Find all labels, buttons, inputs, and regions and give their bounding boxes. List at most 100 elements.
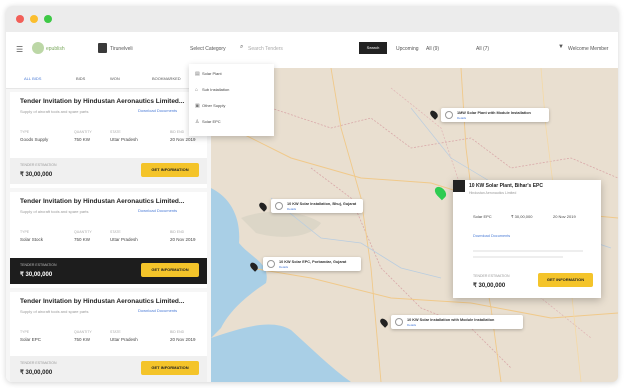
divider — [473, 250, 583, 252]
popup-estimation-amount: ₹ 30,00,000 — [473, 283, 506, 289]
solar-panel-icon — [445, 111, 453, 119]
minimize-window-dot[interactable] — [30, 15, 38, 23]
filter-a[interactable]: All (9) — [426, 46, 439, 52]
dropdown-item-other-supply[interactable]: ▣ Other Supply — [195, 100, 225, 112]
pin-details-link[interactable]: Details — [407, 323, 416, 327]
location-icon — [98, 43, 107, 53]
meta-label: TYPE — [20, 230, 30, 234]
search-input[interactable]: Search Tenders — [248, 46, 283, 52]
meta-label: BID END — [170, 230, 185, 234]
tender-detail-popup: 10 KW Solar Plant, Bihar's EPC Hindustan… — [453, 180, 601, 298]
top-toolbar: ☰ epublish Tirunelveli Select Category ⌕… — [6, 32, 618, 69]
meta-label: QUANTITY — [74, 230, 92, 234]
maximize-window-dot[interactable] — [44, 15, 52, 23]
location-select[interactable]: Tirunelveli — [110, 46, 133, 52]
pin-details-link[interactable]: Details — [457, 116, 466, 120]
meta-label: STATE — [110, 330, 121, 334]
download-documents-link[interactable]: Download Documents — [138, 308, 177, 313]
tender-card[interactable]: Tender Invitation by Hindustan Aeronauti… — [10, 292, 207, 382]
pin-title: 10 KW Solar Installation with Module Ins… — [407, 318, 495, 322]
popup-meta-value: ₹ 30,00,000 — [511, 214, 533, 219]
map-pin-label[interactable]: 10 KW Solar EPC, Porbandar, Gujarat Deta… — [263, 257, 361, 271]
meta-label: TYPE — [20, 330, 30, 334]
supply-icon: ▣ — [195, 103, 200, 109]
tender-card[interactable]: Tender Invitation by Hindustan Aeronauti… — [10, 192, 207, 288]
meta-value: 20 Nov 2019 — [170, 337, 196, 342]
meta-label: BID END — [170, 330, 185, 334]
meta-value: 20 Nov 2019 — [170, 137, 196, 142]
estimation-amount: ₹ 30,00,000 — [20, 172, 53, 178]
popup-estimation-label: TENDER ESTIMATION — [473, 274, 510, 278]
tender-list-sidebar: ALL BIDS BIDS WON BOOKMARKED Tender Invi… — [6, 68, 211, 382]
tab-bar: ALL BIDS BIDS WON BOOKMARKED — [6, 68, 211, 89]
tab-won[interactable]: WON — [110, 76, 120, 81]
user-icon: ▼ — [558, 44, 564, 50]
meta-value: 750 KW — [74, 337, 91, 342]
meta-value: 750 KW — [74, 137, 91, 142]
meta-value: Uttar Pradesh — [110, 137, 138, 142]
pin-title: 1MW Solar Plant with Module Installation — [457, 111, 531, 115]
dropdown-item-solar-epc[interactable]: ♙ Solar EPC — [195, 116, 221, 128]
dropdown-item-sub-installation[interactable]: ⌂ Sub Installation — [195, 84, 229, 96]
meta-label: TYPE — [20, 130, 30, 134]
download-documents-link[interactable]: Download Documents — [138, 108, 177, 113]
meta-value: Goods Supply — [20, 137, 49, 142]
popup-meta-value: 20 Nov 2019 — [553, 214, 576, 219]
logo-text: epublish — [46, 46, 65, 52]
download-documents-link[interactable]: Download Documents — [138, 208, 177, 213]
supply-icon — [395, 318, 403, 326]
get-information-button[interactable]: GET INFORMATION — [141, 263, 199, 277]
filter-b[interactable]: All (7) — [476, 46, 489, 52]
map-pin-label[interactable]: 1MW Solar Plant with Module Installation… — [441, 108, 549, 122]
pin-details-link[interactable]: Details — [287, 207, 296, 211]
logo-icon — [32, 42, 44, 54]
epc-icon — [267, 260, 275, 268]
tender-title[interactable]: Tender Invitation by Hindustan Aeronauti… — [20, 298, 184, 305]
get-information-button[interactable]: GET INFORMATION — [141, 361, 199, 375]
popup-meta-value: Solar EPC — [473, 214, 492, 219]
hamburger-menu-icon[interactable]: ☰ — [16, 45, 23, 54]
tab-bids[interactable]: BIDS — [76, 76, 85, 81]
meta-value: Uttar Pradesh — [110, 337, 138, 342]
search-button[interactable]: Search — [359, 42, 387, 54]
tender-card[interactable]: Tender Invitation by Hindustan Aeronauti… — [10, 92, 207, 188]
category-select[interactable]: Select Category — [190, 46, 226, 52]
tender-title[interactable]: Tender Invitation by Hindustan Aeronauti… — [20, 98, 184, 105]
user-menu[interactable]: Welcome Member — [568, 46, 608, 52]
pin-title: 10 KW Solar EPC, Porbandar, Gujarat — [279, 260, 347, 264]
tender-title[interactable]: Tender Invitation by Hindustan Aeronauti… — [20, 198, 184, 205]
estimation-amount: ₹ 30,00,000 — [20, 370, 53, 376]
popup-download-link[interactable]: Download Documents — [473, 234, 510, 238]
popup-icon — [453, 180, 465, 192]
map-pin-label[interactable]: 10 KW Solar Installation with Module Ins… — [391, 315, 523, 329]
pin-details-link[interactable]: Details — [279, 265, 288, 269]
meta-value: Solar EPC — [20, 337, 42, 342]
tender-subtitle: Supply of aircraft tools and spare parts — [20, 309, 89, 314]
tab-bookmarked[interactable]: BOOKMARKED — [152, 76, 181, 81]
popup-subtitle: Hindustan Aeronautics Limited — [469, 191, 517, 195]
tender-subtitle: Supply of aircraft tools and spare parts — [20, 209, 89, 214]
divider — [473, 256, 563, 258]
get-information-button[interactable]: GET INFORMATION — [141, 163, 199, 177]
meta-value: 750 KW — [74, 237, 91, 242]
estimation-label: TENDER ESTIMATION — [20, 163, 57, 167]
tender-estimation: TENDER ESTIMATION ₹ 30,00,000 GET INFORM… — [10, 356, 207, 382]
meta-value: 20 Nov 2019 — [170, 237, 196, 242]
tender-estimation: TENDER ESTIMATION ₹ 30,00,000 GET INFORM… — [10, 158, 207, 184]
app-window: ☰ epublish Tirunelveli Select Category ⌕… — [6, 6, 618, 382]
dropdown-item-solar-plant[interactable]: ▤ Solar Plant — [195, 68, 222, 80]
meta-label: QUANTITY — [74, 330, 92, 334]
map-pin-label[interactable]: 10 KW Solar Installation, Bhuj, Gujarat … — [271, 199, 363, 213]
substation-icon: ⌂ — [195, 87, 199, 93]
tab-all-bids[interactable]: ALL BIDS — [24, 76, 41, 81]
popup-get-information-button[interactable]: GET INFORMATION — [538, 273, 593, 287]
meta-label: BID END — [170, 130, 185, 134]
substation-icon — [275, 202, 283, 210]
category-dropdown-menu: ▤ Solar Plant ⌂ Sub Installation ▣ Other Su… — [189, 64, 274, 136]
close-window-dot[interactable] — [16, 15, 24, 23]
pin-title: 10 KW Solar Installation, Bhuj, Gujarat — [287, 202, 357, 206]
meta-label: STATE — [110, 130, 121, 134]
meta-value: Uttar Pradesh — [110, 237, 138, 242]
upcoming-filter[interactable]: Upcoming — [396, 46, 419, 52]
title-bar — [6, 6, 618, 32]
